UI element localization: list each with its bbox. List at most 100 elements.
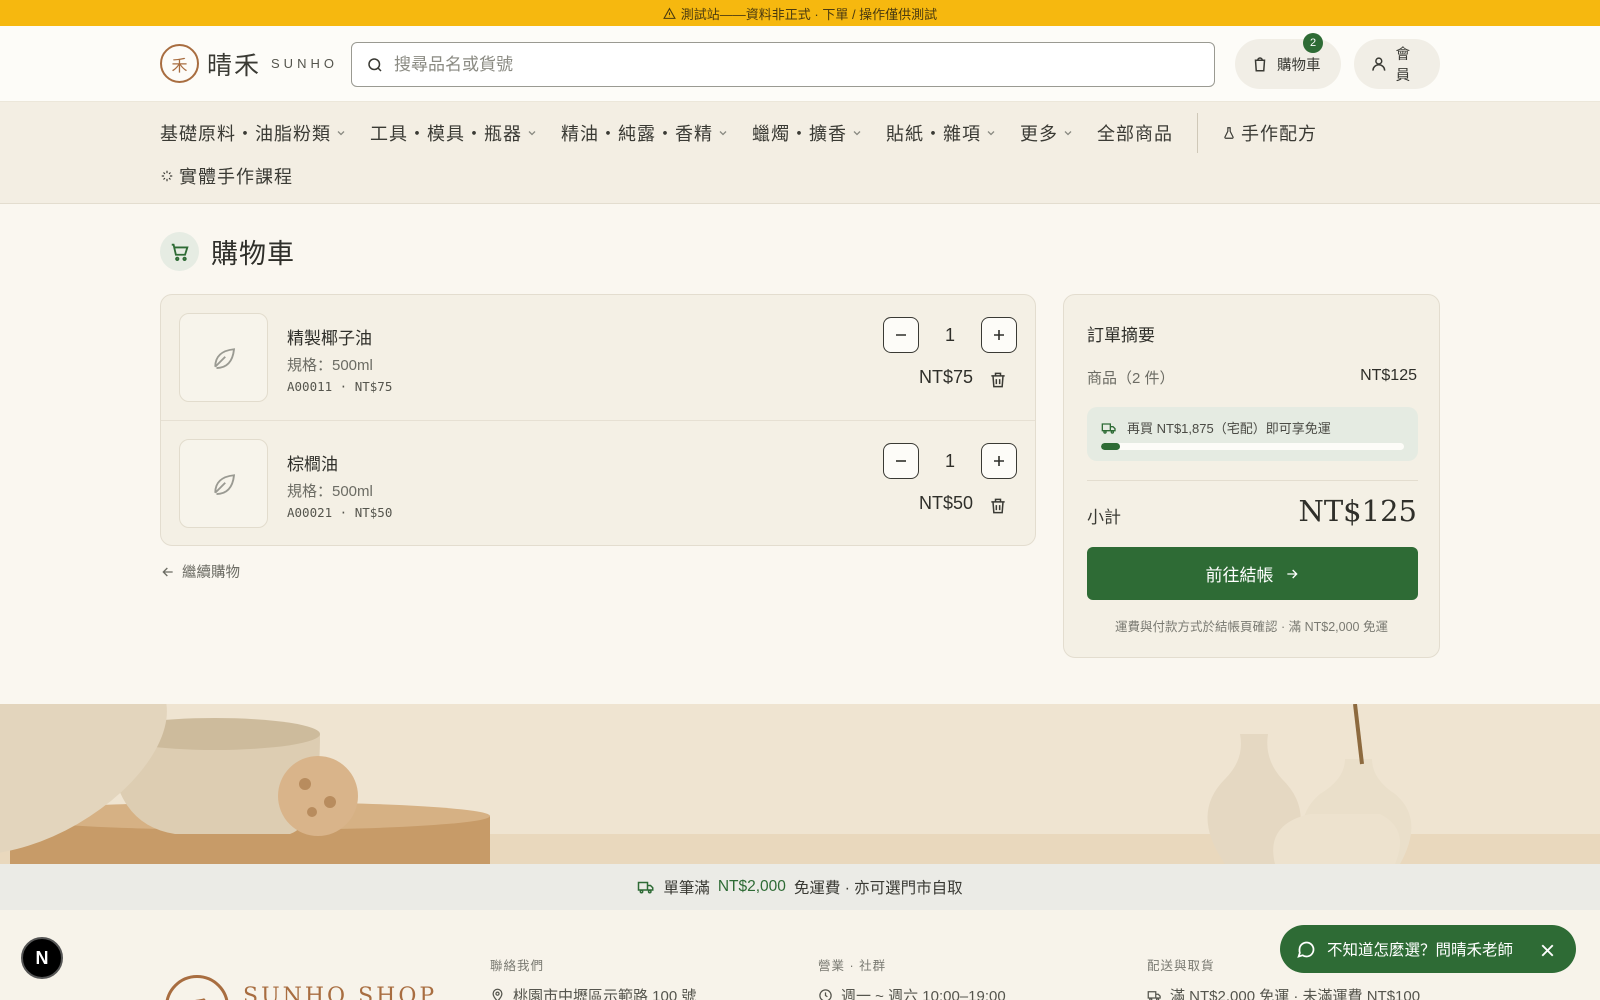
nav-item-label: 全部商品 — [1097, 124, 1173, 145]
free-shipping-text: 再買 NT$1,875（宅配）即可享免運 — [1127, 421, 1331, 436]
quantity-value: 1 — [944, 450, 955, 471]
decrease-quantity-button[interactable] — [883, 317, 919, 353]
trash-icon[interactable] — [988, 496, 1008, 516]
product-spec: 規格：500ml — [287, 483, 373, 500]
nav-item-candles[interactable]: 蠟燭・擴香 — [752, 120, 862, 146]
member-button-label: 會員 — [1395, 47, 1411, 84]
arrow-right-icon — [1286, 569, 1298, 578]
site-logo[interactable]: 禾 晴禾 SUNHO — [160, 44, 338, 83]
ceramics-illustration — [0, 704, 1600, 864]
checkout-note: 運費與付款方式於結帳頁確認 · 滿 NT$2,000 免運 — [1115, 620, 1388, 634]
product-name[interactable]: 精製椰子油 — [287, 324, 372, 349]
product-thumbnail[interactable] — [179, 439, 268, 528]
cart-button[interactable]: 購物車 2 — [1235, 33, 1341, 89]
chat-bubble-icon — [1297, 941, 1315, 958]
increase-quantity-button[interactable] — [981, 443, 1017, 479]
chevron-down-icon — [987, 131, 995, 136]
nav-item-courses[interactable]: 實體手作課程 — [160, 163, 293, 189]
strip-prefix: 單筆滿 — [663, 880, 710, 897]
product-thumbnail[interactable] — [179, 313, 268, 402]
summary-title: 訂單摘要 — [1087, 326, 1155, 346]
free-shipping-bar-fill — [1101, 443, 1120, 450]
arrow-left-icon — [162, 567, 173, 576]
plus-icon — [994, 456, 1004, 466]
nav-item-more[interactable]: 更多 — [1020, 120, 1073, 146]
free-shipping-strip: 單筆滿 NT$2,000 免運費 · 亦可選門市自取 — [0, 864, 1600, 910]
product-sku-price: A00021 · NT$50 — [287, 505, 393, 520]
chevron-down-icon — [337, 131, 345, 136]
footer-shipping-text: 滿 NT$2,000 免運 · 未滿運費 NT$100 — [1170, 988, 1421, 1000]
trash-icon[interactable] — [988, 370, 1008, 390]
footer-hours-line: 週一 ~ 週六 10:00–19:00 — [818, 985, 1006, 1000]
cart-button-label: 購物車 — [1277, 57, 1321, 74]
chevron-down-icon — [1064, 131, 1072, 136]
warning-icon — [662, 7, 676, 19]
product-sku-price: A00011 · NT$75 — [287, 379, 393, 394]
category-nav: 基礎原料・油脂粉類 工具・模具・瓶器 精油・純露・香精 蠟燭・擴香 貼紙・雜項 … — [0, 102, 1600, 204]
free-shipping-progress: 再買 NT$1,875（宅配）即可享免運 — [1087, 407, 1418, 461]
truck-icon — [638, 881, 654, 894]
increase-quantity-button[interactable] — [981, 317, 1017, 353]
nav-divider — [1197, 113, 1198, 153]
footer-contact-title: 聯絡我們 — [490, 959, 545, 973]
quantity-value: 1 — [944, 324, 955, 345]
cart-item: 棕櫚油 規格：500ml A00021 · NT$50 1 NT$50 — [161, 420, 1035, 545]
strip-suffix: 免運費 · 亦可選門市自取 — [793, 880, 963, 897]
line-total: NT$50 — [918, 493, 973, 513]
page-heading: 購物車 — [211, 239, 295, 270]
product-spec: 規格：500ml — [287, 357, 373, 374]
truck-icon — [1147, 991, 1161, 1000]
footer-logo[interactable]: 禾 SUNHO SHOP — [165, 975, 437, 1000]
summary-items-label: 商品（2 件） — [1087, 370, 1175, 387]
ask-teacher-chat-button[interactable]: 不知道怎麼選？問晴禾老師 — [1280, 925, 1576, 973]
member-button[interactable]: 會員 — [1354, 39, 1440, 89]
logo-name-en: SUNHO — [271, 56, 338, 71]
quantity-stepper: 1 — [883, 443, 1017, 479]
order-summary: 訂單摘要 商品（2 件） NT$125 再買 NT$1,875（宅配）即可享免運… — [1063, 294, 1440, 658]
footer-logo-mark: 禾 — [165, 975, 229, 1000]
shopping-cart-icon — [171, 243, 189, 261]
truck-icon — [1101, 423, 1116, 434]
footer-shipping-line: 滿 NT$2,000 免運 · 未滿運費 NT$100 — [1147, 985, 1420, 1000]
decrease-quantity-button[interactable] — [883, 443, 919, 479]
footer-contact: 聯絡我們 桃園市中壢區示範路 100 號 — [490, 955, 696, 1000]
nav-item-label: 基礎原料・油脂粉類 — [160, 124, 331, 145]
free-shipping-bar — [1101, 443, 1404, 450]
search-input[interactable] — [394, 54, 1154, 75]
nav-item-stickers[interactable]: 貼紙・雜項 — [886, 120, 996, 146]
checkout-button[interactable]: 前往結帳 — [1087, 547, 1418, 600]
subtotal-value: NT$125 — [1298, 494, 1417, 528]
nav-item-tools[interactable]: 工具・模具・瓶器 — [370, 120, 537, 146]
map-pin-icon — [492, 988, 503, 1000]
nav-item-basic-materials[interactable]: 基礎原料・油脂粉類 — [160, 120, 346, 146]
flask-icon — [1224, 127, 1234, 139]
continue-shopping-label: 繼續購物 — [182, 565, 240, 581]
nav-item-all-products[interactable]: 全部商品 — [1097, 120, 1173, 146]
chevron-down-icon — [853, 131, 861, 136]
chevron-down-icon — [719, 131, 727, 136]
nav-item-recipes[interactable]: 手作配方 — [1222, 120, 1317, 146]
search-box — [351, 42, 1215, 87]
nav-item-essential-oils[interactable]: 精油・純露・香精 — [561, 120, 728, 146]
continue-shopping-link[interactable]: 繼續購物 — [160, 561, 240, 582]
strip-amount: NT$2,000 — [717, 878, 786, 895]
nav-item-label: 貼紙・雜項 — [886, 124, 981, 145]
product-name[interactable]: 棕櫚油 — [287, 450, 338, 475]
minus-icon — [896, 460, 906, 462]
nav-item-label: 工具・模具・瓶器 — [370, 124, 522, 145]
dev-tools-badge[interactable]: N — [21, 937, 63, 979]
decorative-ceramics-photo — [0, 704, 1600, 864]
test-site-banner: 測試站——資料非正式 · 下單 / 操作僅供測試 — [0, 0, 1600, 26]
close-icon[interactable] — [1537, 940, 1558, 961]
search-icon — [368, 57, 382, 72]
checkout-button-label: 前往結帳 — [1205, 566, 1274, 585]
nav-item-label: 更多 — [1020, 124, 1058, 145]
sparkles-icon — [161, 170, 173, 182]
logo-name-zh: 晴禾 — [207, 50, 262, 80]
footer-address: 桃園市中壢區示範路 100 號 — [490, 985, 696, 1000]
cart-item: 精製椰子油 規格：500ml A00011 · NT$75 1 NT$75 — [161, 295, 1035, 420]
summary-divider — [1087, 480, 1418, 481]
footer-hours-text: 週一 ~ 週六 10:00–19:00 — [841, 988, 1006, 1000]
minus-icon — [896, 334, 906, 336]
footer-hours-title: 營業 · 社群 — [818, 959, 887, 973]
